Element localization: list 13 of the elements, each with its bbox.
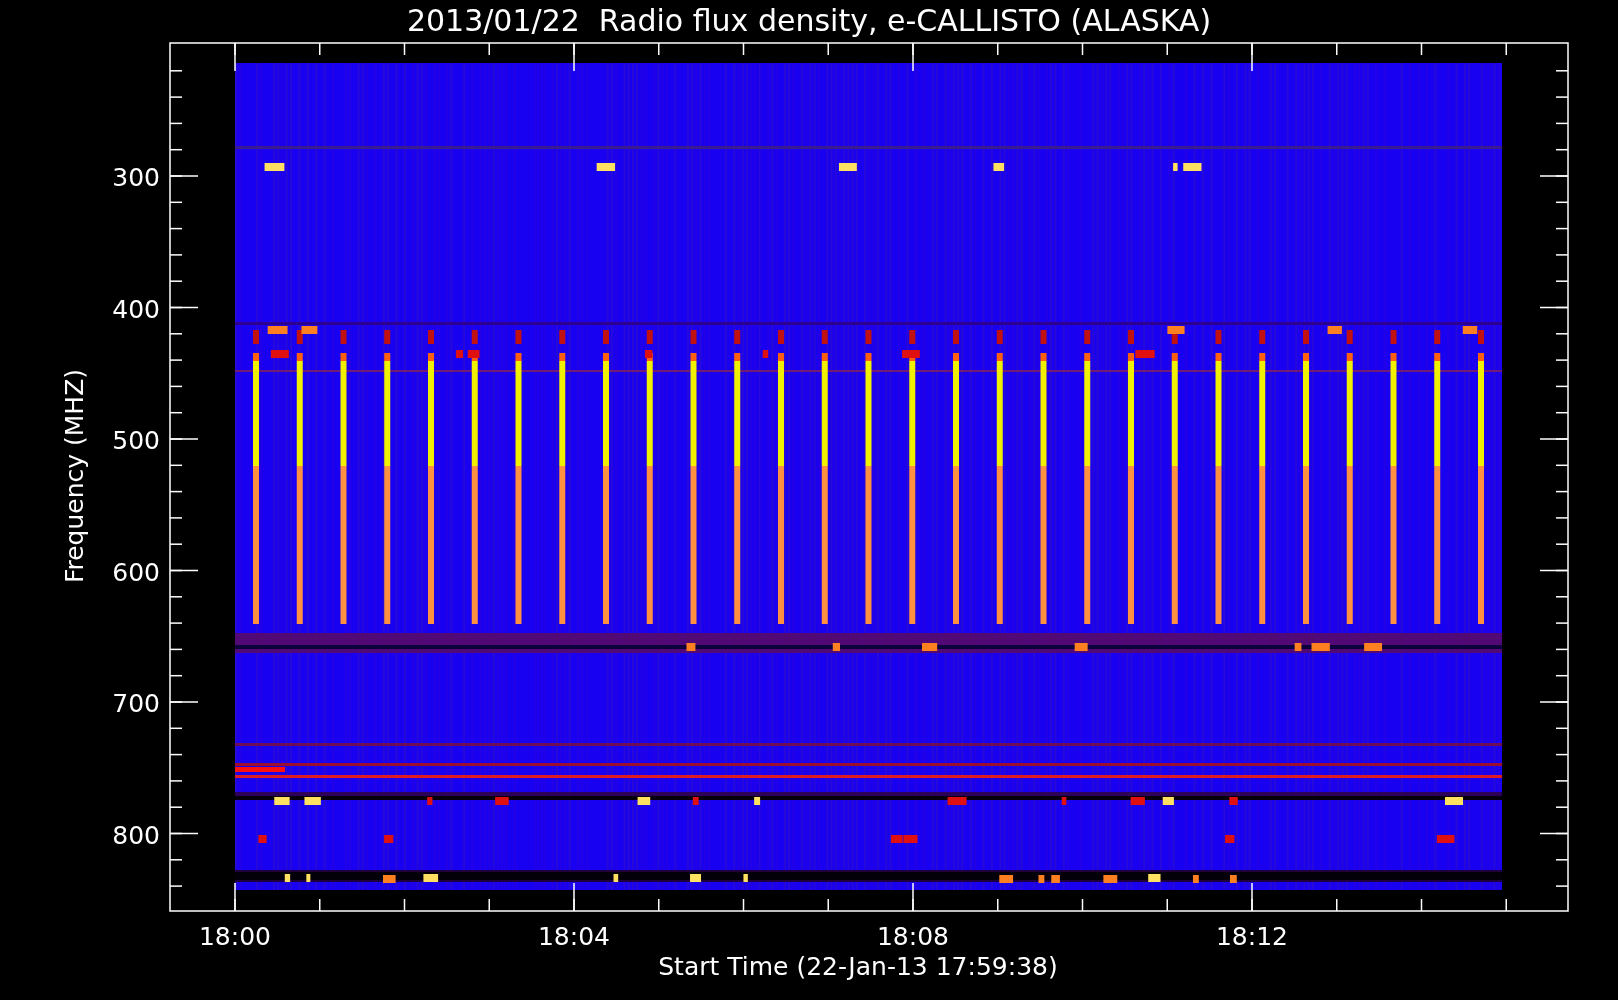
y-tick-label: 300 xyxy=(112,163,160,192)
y-tick-label: 800 xyxy=(112,820,160,850)
x-tick-label: 18:08 xyxy=(877,922,949,951)
y-axis-label: Frequency (MHZ) xyxy=(60,368,89,584)
y-tick-label: 700 xyxy=(112,689,160,718)
chart-title: 2013/01/22 Radio flux density, e-CALLISTO (ALASKA) xyxy=(406,3,1212,38)
y-tick-label: 400 xyxy=(112,294,160,324)
x-tick-label: 18:12 xyxy=(1216,922,1288,951)
x-tick-label: 18:04 xyxy=(538,922,610,951)
y-tick-label: 600 xyxy=(112,557,160,587)
x-axis-label: Start Time (22-Jan-13 17:59:38) xyxy=(658,952,1058,981)
y-tick-label: 500 xyxy=(112,426,160,455)
x-tick-label: 18:00 xyxy=(199,922,271,951)
